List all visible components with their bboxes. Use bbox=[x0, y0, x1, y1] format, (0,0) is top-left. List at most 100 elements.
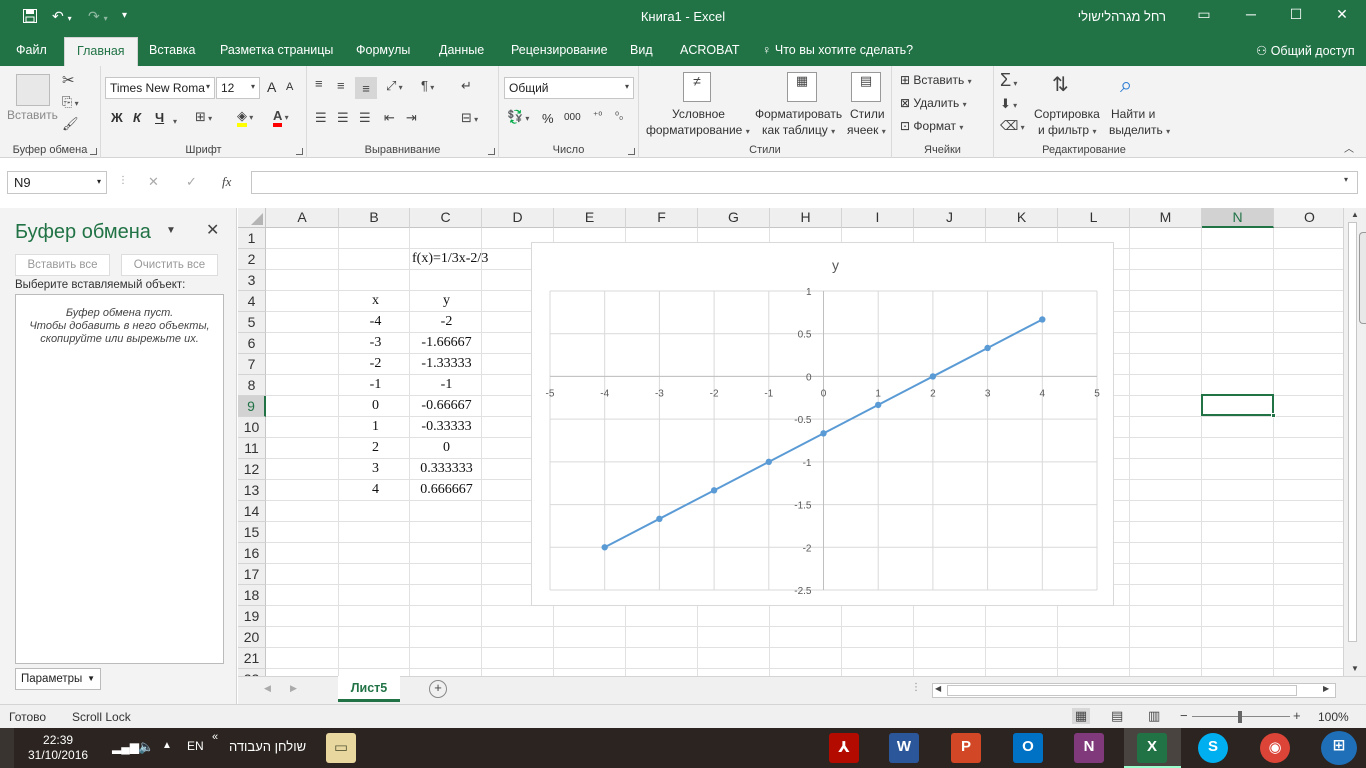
orientation-icon[interactable]: ⤢ ▾ bbox=[386, 78, 403, 94]
formula-input[interactable] bbox=[251, 171, 1358, 194]
horizontal-scrollbar[interactable]: ◀ ▶ bbox=[932, 683, 1336, 698]
tab-review[interactable]: Рецензирование bbox=[511, 43, 608, 57]
cell-B7[interactable]: -2 bbox=[339, 354, 412, 375]
zoom-slider-thumb[interactable] bbox=[1238, 711, 1242, 723]
outlook-icon[interactable]: O bbox=[1013, 733, 1043, 763]
increase-decimal-icon[interactable]: ⁺⁰ bbox=[593, 111, 602, 122]
word-icon[interactable]: W bbox=[889, 733, 919, 763]
clipboard-launcher-icon[interactable] bbox=[90, 148, 97, 155]
column-header-G[interactable]: G bbox=[698, 208, 770, 228]
row-header-3[interactable]: 3 bbox=[238, 270, 266, 291]
clock[interactable]: 22:39 31/10/2016 bbox=[28, 733, 88, 763]
name-box[interactable]: N9 ▾ bbox=[7, 171, 107, 194]
close-icon[interactable]: ✕ bbox=[1332, 6, 1352, 23]
row-header-2[interactable]: 2 bbox=[238, 249, 266, 270]
row-header-9[interactable]: 9 bbox=[238, 396, 266, 417]
row-header-18[interactable]: 18 bbox=[238, 585, 266, 606]
fill-color-icon[interactable]: ◈ ▾ bbox=[237, 108, 253, 127]
row-header-15[interactable]: 15 bbox=[238, 522, 266, 543]
find-select-icon[interactable]: ⌕ bbox=[1120, 72, 1132, 98]
prev-sheet-icon[interactable]: ◀ bbox=[264, 683, 271, 694]
acrobat-icon[interactable]: ⅄ bbox=[829, 733, 859, 763]
insert-function-icon[interactable]: fx bbox=[222, 174, 231, 190]
row-header-12[interactable]: 12 bbox=[238, 459, 266, 480]
column-header-D[interactable]: D bbox=[482, 208, 554, 228]
share-button[interactable]: ⚇ Общий доступ bbox=[1256, 43, 1355, 58]
cell-B6[interactable]: -3 bbox=[339, 333, 412, 354]
onenote-icon[interactable]: N bbox=[1074, 733, 1104, 763]
conditional-format-button[interactable]: форматирование ▾ bbox=[646, 123, 750, 137]
cell-styles-label-1[interactable]: Стили bbox=[850, 107, 885, 121]
underline-button[interactable]: Ч bbox=[155, 110, 164, 125]
paste-icon[interactable] bbox=[16, 74, 50, 106]
cell-C12[interactable]: 0.333333 bbox=[410, 459, 483, 480]
user-name[interactable]: רחל מגרהלישולי bbox=[1078, 9, 1166, 24]
row-header-21[interactable]: 21 bbox=[238, 648, 266, 669]
close-pane-icon[interactable]: ✕ bbox=[206, 220, 219, 240]
column-header-I[interactable]: I bbox=[842, 208, 914, 228]
borders-icon[interactable]: ⊞ ▾ bbox=[195, 109, 212, 125]
conditional-format-label-1[interactable]: Условное bbox=[672, 107, 725, 121]
underline-dropdown-icon[interactable]: ▾ bbox=[173, 112, 177, 127]
worksheet-grid[interactable]: ABCDEFGHIJKLMNO 1 2 3 4 5 6 7 8 9 10 11 12 13 14 15 16 1… bbox=[238, 208, 1343, 676]
fill-icon[interactable]: ⬇ ▾ bbox=[1000, 96, 1017, 112]
cancel-entry-icon[interactable]: ✕ bbox=[148, 174, 159, 190]
bold-button[interactable]: Ж bbox=[111, 110, 123, 125]
scroll-right-icon[interactable]: ▶ bbox=[1323, 684, 1329, 693]
autosum-icon[interactable]: Σ ▾ bbox=[1000, 70, 1017, 91]
align-bottom-icon[interactable]: ≡ bbox=[355, 77, 377, 99]
grow-font-button[interactable]: A bbox=[267, 79, 276, 95]
format-cells-button[interactable]: ⊡ Формат ▾ bbox=[900, 119, 963, 133]
column-header-L[interactable]: L bbox=[1058, 208, 1130, 228]
column-header-O[interactable]: O bbox=[1274, 208, 1343, 228]
cell-C11[interactable]: 0 bbox=[410, 438, 483, 459]
clipboard-items-list[interactable]: Буфер обмена пуст. Чтобы добавить в него… bbox=[15, 294, 224, 664]
paste-button[interactable]: Вставить bbox=[7, 108, 58, 122]
cell-C6[interactable]: -1.66667 bbox=[410, 333, 483, 354]
row-header-19[interactable]: 19 bbox=[238, 606, 266, 627]
desktop-toolbar[interactable]: שולחן העבודה bbox=[229, 739, 306, 754]
sort-filter-icon[interactable]: ⇅ bbox=[1052, 72, 1069, 97]
toolbar-chevron-icon[interactable]: « bbox=[212, 731, 218, 743]
ribbon-display-icon[interactable]: ▭ bbox=[1194, 6, 1214, 23]
copy-icon[interactable]: ⎘ ▾ bbox=[62, 94, 79, 110]
tab-acrobat[interactable]: ACROBAT bbox=[680, 43, 740, 57]
cell-B8[interactable]: -1 bbox=[339, 375, 412, 396]
format-as-table-button[interactable]: как таблицу ▾ bbox=[762, 123, 835, 137]
tab-split-icon[interactable]: ⋮ bbox=[911, 682, 921, 693]
find-select-button[interactable]: выделить ▾ bbox=[1109, 123, 1170, 137]
show-desktop-button[interactable] bbox=[0, 728, 14, 768]
expand-formula-icon[interactable]: ▾ bbox=[1344, 175, 1348, 184]
percent-button[interactable]: % bbox=[542, 111, 554, 126]
number-format-select[interactable]: Общий ▾ bbox=[504, 77, 634, 99]
scroll-down-icon[interactable]: ▼ bbox=[1351, 664, 1359, 673]
conditional-format-icon[interactable]: ≠ bbox=[683, 72, 711, 102]
scroll-left-icon[interactable]: ◀ bbox=[935, 684, 941, 693]
italic-button[interactable]: К bbox=[133, 110, 141, 125]
row-header-6[interactable]: 6 bbox=[238, 333, 266, 354]
side-panel-tab[interactable] bbox=[1359, 232, 1366, 324]
excel-taskbar-active[interactable]: X bbox=[1124, 728, 1181, 768]
zoom-level[interactable]: 100% bbox=[1318, 710, 1349, 724]
cell-C9[interactable]: -0.66667 bbox=[410, 396, 483, 417]
active-cell-N9[interactable] bbox=[1201, 394, 1274, 416]
cell-B10[interactable]: 1 bbox=[339, 417, 412, 438]
row-header-13[interactable]: 13 bbox=[238, 480, 266, 501]
language-indicator[interactable]: EN bbox=[187, 739, 204, 753]
decrease-indent-icon[interactable]: ⇤ bbox=[384, 110, 395, 126]
powerpoint-icon[interactable]: P bbox=[951, 733, 981, 763]
insert-cells-button[interactable]: ⊞ Вставить ▾ bbox=[900, 73, 972, 87]
alignment-launcher-icon[interactable] bbox=[488, 148, 495, 155]
align-right-icon[interactable]: ☰ bbox=[359, 110, 371, 126]
tab-formulas[interactable]: Формулы bbox=[356, 43, 410, 57]
row-header-11[interactable]: 11 bbox=[238, 438, 266, 459]
options-button[interactable]: Параметры ▼ bbox=[15, 668, 101, 690]
vertical-scroll-thumb[interactable] bbox=[1348, 222, 1357, 642]
align-top-icon[interactable]: ≡ bbox=[315, 76, 323, 91]
tab-file[interactable]: Файл bbox=[16, 43, 47, 57]
horizontal-scroll-thumb[interactable] bbox=[947, 685, 1297, 696]
align-middle-icon[interactable]: ≡ bbox=[337, 78, 345, 93]
next-sheet-icon[interactable]: ▶ bbox=[290, 683, 297, 694]
font-color-icon[interactable]: A ▾ bbox=[273, 108, 289, 127]
new-sheet-icon[interactable]: + bbox=[429, 680, 447, 698]
